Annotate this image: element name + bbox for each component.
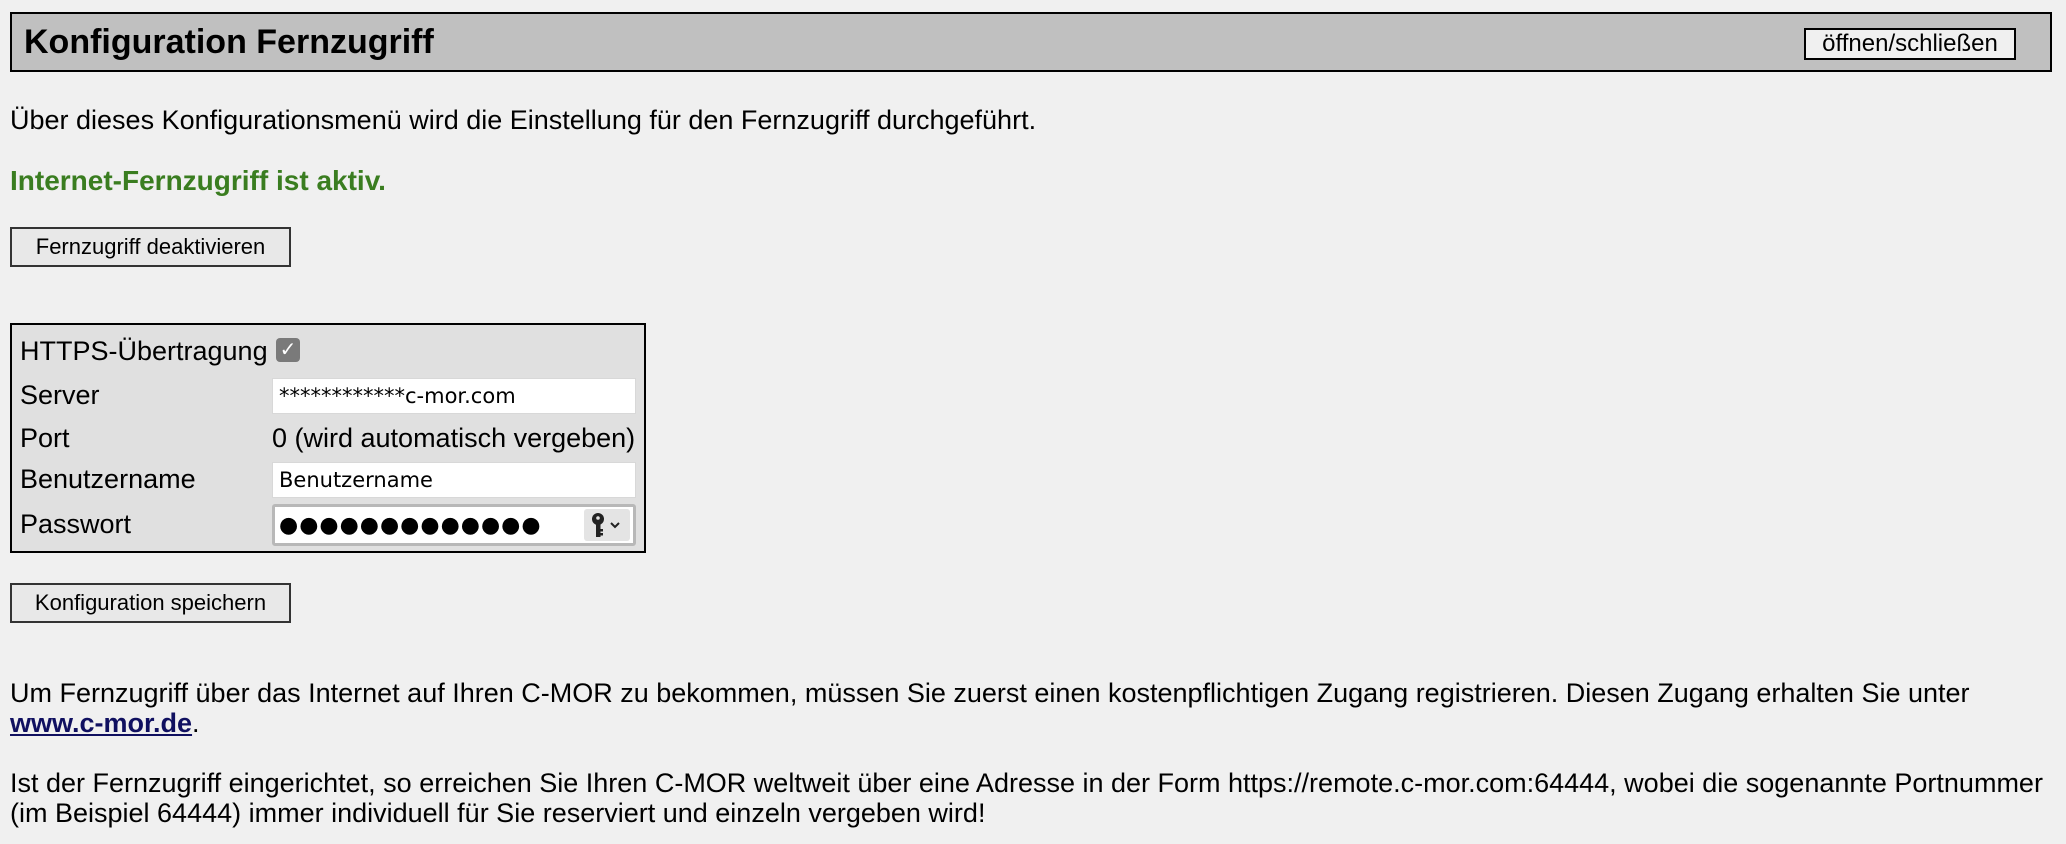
cmor-website-link[interactable]: www.c-mor.de	[10, 708, 192, 738]
toggle-section-button[interactable]: öffnen/schließen	[1804, 28, 2016, 60]
save-configuration-button[interactable]: Konfiguration speichern	[10, 583, 291, 623]
info-paragraph-address: Ist der Fernzugriff eingerichtet, so err…	[10, 768, 2043, 828]
remote-access-page: Konfiguration Fernzugriff öffnen/schließ…	[0, 0, 2066, 844]
registration-text-end: .	[192, 708, 200, 738]
https-label: HTTPS-Übertragung	[20, 336, 268, 366]
info-paragraph-registration: Um Fernzugriff über das Internet auf Ihr…	[10, 678, 1970, 738]
intro-text: Über dieses Konfigurationsmenü wird die …	[10, 105, 1037, 135]
registration-text: Um Fernzugriff über das Internet auf Ihr…	[10, 678, 1970, 708]
https-checkbox[interactable]: ✓	[276, 338, 300, 362]
key-icon	[592, 513, 620, 537]
section-header: Konfiguration Fernzugriff öffnen/schließ…	[10, 12, 2052, 72]
remote-access-config-form: HTTPS-Übertragung ✓ Server Port 0 (wird …	[10, 323, 646, 553]
page-title: Konfiguration Fernzugriff	[24, 23, 434, 61]
username-input[interactable]	[272, 462, 636, 498]
server-input[interactable]	[272, 378, 636, 414]
password-label: Passwort	[20, 509, 132, 539]
address-text-line1: Ist der Fernzugriff eingerichtet, so err…	[10, 768, 2043, 798]
deactivate-remote-access-button[interactable]: Fernzugriff deaktivieren	[10, 227, 291, 267]
port-value: 0 (wird automatisch vergeben)	[272, 423, 636, 453]
password-autofill-button[interactable]	[584, 509, 630, 541]
username-label: Benutzername	[20, 464, 196, 494]
server-label: Server	[20, 380, 100, 410]
port-label: Port	[20, 423, 70, 453]
password-input[interactable]	[272, 504, 636, 546]
address-text-line2: (im Beispiel 64444) immer individuell fü…	[10, 798, 986, 828]
checkmark-icon: ✓	[279, 339, 297, 361]
status-text: Internet-Fernzugriff ist aktiv.	[10, 165, 386, 196]
